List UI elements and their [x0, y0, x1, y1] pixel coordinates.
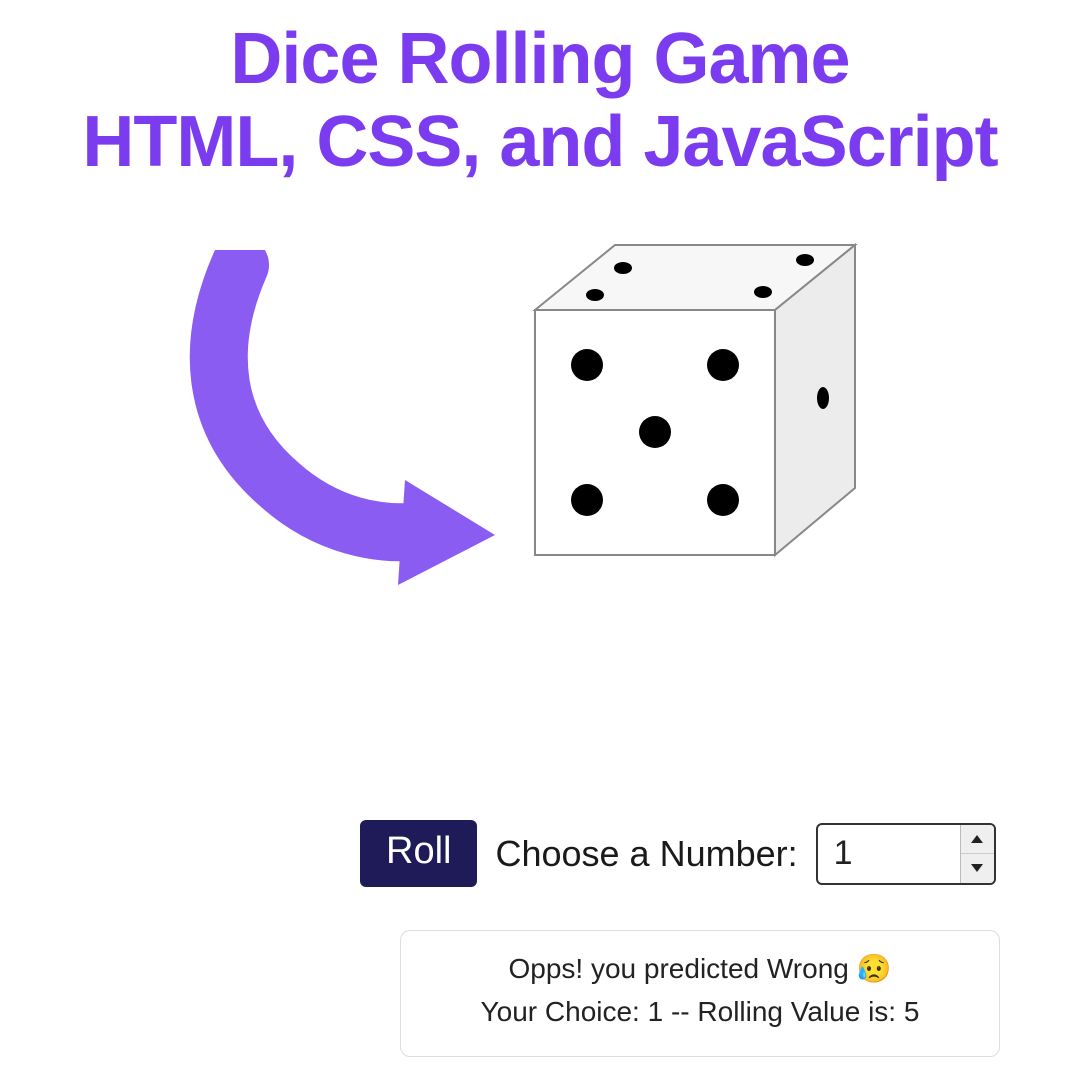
stepper-up-button[interactable] [961, 825, 994, 855]
result-message: Opps! you predicted Wrong 😥 [427, 947, 973, 990]
curved-arrow-icon [150, 250, 500, 590]
number-input[interactable]: 1 [816, 823, 996, 885]
title-line-1: Dice Rolling Game [0, 18, 1080, 101]
title-line-2: HTML, CSS, and JavaScript [0, 101, 1080, 184]
controls-row: Roll Choose a Number: 1 [360, 820, 996, 887]
number-input-value: 1 [818, 834, 960, 873]
dice-icon [505, 230, 885, 590]
stepper-down-button[interactable] [961, 854, 994, 883]
chevron-down-icon [971, 864, 983, 872]
number-stepper [960, 825, 994, 883]
choose-number-label: Choose a Number: [495, 833, 797, 875]
result-card: Opps! you predicted Wrong 😥 Your Choice:… [400, 930, 1000, 1057]
page-title: Dice Rolling Game HTML, CSS, and JavaScr… [0, 0, 1080, 184]
result-detail: Your Choice: 1 -- Rolling Value is: 5 [427, 990, 973, 1033]
roll-button[interactable]: Roll [360, 820, 477, 887]
chevron-up-icon [971, 835, 983, 843]
